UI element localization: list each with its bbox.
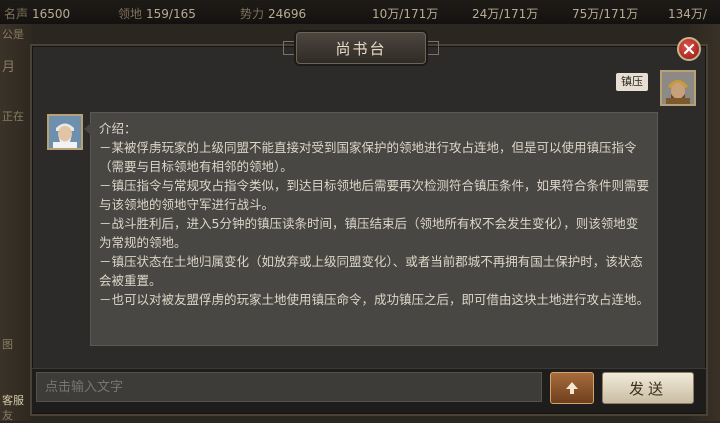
message-line: －也可以对被友盟俘虏的玩家土地使用镇压命令，成功镇压之后，即可借由这块土地进行攻… (99, 292, 650, 307)
territory-value: 159/165 (146, 7, 196, 21)
territory-stat: 领地 159/165 (118, 5, 196, 22)
arrow-up-icon (566, 382, 578, 394)
send-button[interactable]: 发送 (602, 372, 694, 404)
message-line: －镇压指令与常规攻占指令类似，到达目标领地后需要再次检测符合镇压条件，如果符合条… (99, 178, 650, 212)
chat-input[interactable] (36, 372, 542, 402)
message-line: －某被俘虏玩家的上级同盟不能直接对受到国家保护的领地进行攻占连地，但是可以使用镇… (99, 140, 637, 174)
message-bubble: 介绍： －某被俘虏玩家的上级同盟不能直接对受到国家保护的领地进行攻占连地，但是可… (84, 112, 658, 346)
expand-button[interactable] (550, 372, 594, 404)
power-stat: 势力 24696 (240, 5, 306, 22)
resource-1: 10万/171万 (372, 7, 439, 21)
advisor-portrait-icon (49, 116, 81, 148)
message-line: －战斗胜利后，进入5分钟的镇压读条时间，镇压结束后（领地所有权不会发生变化），则… (99, 216, 639, 250)
message-line: －镇压状态在土地归属变化（如放弃或上级同盟变化）、或者当前郡城不再拥有国土保护时… (99, 254, 643, 288)
territory-label: 领地 (118, 7, 143, 21)
edge-fragment: 图 (2, 338, 13, 351)
background-left (0, 24, 32, 421)
power-value: 24696 (268, 7, 307, 21)
edge-fragment: 月 (2, 60, 16, 75)
close-icon (683, 43, 695, 55)
advisor-avatar[interactable] (47, 114, 83, 150)
resource-bar: 名声 16500 领地 159/165 势力 24696 10万/171万 24万/1… (0, 0, 720, 24)
resource-4: 134万/ (668, 7, 707, 21)
user-avatar[interactable] (660, 70, 696, 106)
edge-fragment: 正在 (2, 110, 24, 123)
close-button[interactable] (677, 37, 701, 61)
dialog-title: 尚书台 (283, 32, 439, 64)
sender-name-tag: 镇压 (616, 73, 648, 91)
dialog-title-text: 尚书台 (335, 39, 387, 58)
fame-stat: 名声 16500 (4, 5, 70, 22)
edge-fragment: 公是 (2, 28, 24, 41)
fame-label: 名声 (4, 7, 29, 21)
general-portrait-icon (662, 72, 694, 104)
resource-3: 75万/171万 (572, 7, 639, 21)
power-label: 势力 (240, 7, 265, 21)
send-button-label: 发送 (628, 379, 667, 398)
resource-2: 24万/171万 (472, 7, 539, 21)
customer-service-label[interactable]: 客服 (2, 392, 24, 408)
fame-value: 16500 (32, 7, 71, 21)
message-line: 介绍： (99, 121, 137, 136)
